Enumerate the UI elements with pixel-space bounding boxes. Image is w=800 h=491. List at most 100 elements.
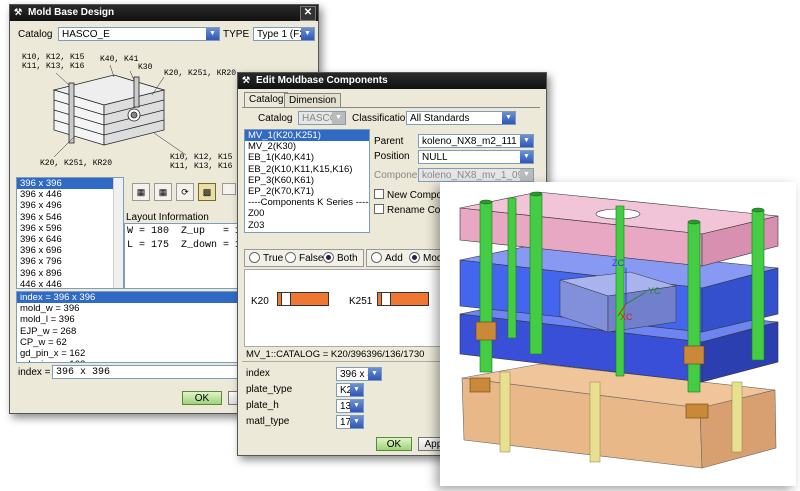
chevron-down-icon: ▼: [502, 112, 515, 124]
report-icon[interactable]: ▦: [132, 183, 150, 201]
catalog-label: Catalog: [18, 29, 53, 40]
parent-label: Parent: [374, 136, 404, 147]
chevron-down-icon: ▼: [301, 28, 314, 40]
expression-list-item[interactable]: CP_w = 62: [17, 337, 245, 348]
size-list-item[interactable]: 446 x 446: [17, 279, 123, 288]
ok-button[interactable]: OK: [376, 437, 412, 451]
layout-line-1: W = 180 Z_up = 1: [127, 226, 242, 237]
size-list-item[interactable]: 396 x 446: [17, 189, 123, 200]
size-list-item[interactable]: 396 x 646: [17, 234, 123, 245]
size-list-item[interactable]: 396 x 596: [17, 223, 123, 234]
expression-list-item[interactable]: EJP_w = 268: [17, 326, 245, 337]
expression-list-item[interactable]: gd_pin_y = 162: [17, 359, 245, 362]
radio-selected-icon: [323, 252, 334, 263]
component-list-item[interactable]: ----Components K Series -----: [245, 197, 369, 208]
index-input[interactable]: 396 x 396: [52, 365, 244, 379]
close-icon[interactable]: ✕: [300, 6, 316, 21]
tab-dimension[interactable]: Dimension: [284, 93, 342, 107]
expression-list-item[interactable]: gd_pin_x = 162: [17, 348, 245, 359]
size-list-scrollbar[interactable]: [113, 178, 123, 288]
expression-list[interactable]: index = 396 x 396 mold_w = 396 mold_l = 39…: [16, 291, 246, 363]
diagram-label-bottom-right: K10, K12, K15 K11, K13, K16: [170, 153, 233, 171]
position-select[interactable]: NULL ▼: [418, 150, 534, 164]
diagram-label-k20-right: K20, K251, KR20: [164, 69, 237, 78]
tool-icon: ⚒: [14, 7, 23, 17]
radio-add[interactable]: Add: [371, 252, 403, 265]
ok-button[interactable]: OK: [182, 391, 222, 405]
component-icon[interactable]: ▩: [198, 183, 216, 201]
catalog-select[interactable]: HASCO_E ▼: [298, 111, 346, 125]
tool-icon: ⚒: [242, 75, 251, 85]
radio-true[interactable]: True: [249, 252, 283, 265]
diagram-label-k40: K40, K41: [100, 55, 139, 64]
axis-zc-label: ZC: [612, 258, 624, 268]
component-list[interactable]: MV_1(K20,K251) MV_2(K30) EB_1(K40,K41) EB_2…: [244, 129, 370, 233]
catalog-label: Catalog: [258, 113, 293, 124]
table-icon[interactable]: ▦: [154, 183, 172, 201]
component-select[interactable]: koleno_NX8_mv_1_097 ▼: [418, 168, 534, 182]
radio-true-label: True: [263, 253, 284, 264]
component-list-item[interactable]: MV_1(K20,K251): [245, 130, 369, 142]
classification-label: Classification: [352, 113, 411, 124]
size-list[interactable]: 396 x 396 396 x 446 396 x 496 396 x 546 396 …: [16, 177, 124, 289]
size-list-item[interactable]: 396 x 896: [17, 268, 123, 279]
radio-selected-icon: [409, 252, 420, 263]
refresh-icon[interactable]: ⟳: [176, 183, 194, 201]
part-left-shape: [277, 292, 329, 306]
radio-both-label: Both: [337, 253, 358, 264]
classification-select[interactable]: All Standards ▼: [406, 111, 516, 125]
size-list-item[interactable]: 396 x 496: [17, 200, 123, 211]
layout-info-box: W = 180 Z_up = 1 L = 175 Z_down = 1: [124, 223, 246, 289]
diagram-label-k30: K30: [138, 63, 153, 72]
radio-false[interactable]: False: [285, 252, 323, 265]
type-label: TYPE: [223, 29, 250, 40]
filter-radio-group: True False Both: [244, 249, 364, 267]
param-select[interactable]: K20 ▼: [336, 383, 364, 397]
chevron-down-icon: ▼: [206, 28, 219, 40]
size-list-item[interactable]: 396 x 796: [17, 256, 123, 267]
radio-icon: [371, 252, 382, 263]
expression-list-item[interactable]: mold_l = 396: [17, 314, 245, 325]
checkbox-icon: [374, 189, 384, 199]
size-list-item[interactable]: 396 x 396: [17, 178, 123, 190]
param-label: plate_h: [246, 400, 279, 411]
size-list-item[interactable]: 396 x 696: [17, 245, 123, 256]
param-select[interactable]: 1730▼: [336, 415, 364, 429]
catalog-select[interactable]: HASCO_E ▼: [58, 27, 220, 41]
component-list-item[interactable]: EP_3(K60,K61): [245, 175, 369, 186]
type-select[interactable]: Type 1 (F2M2) ▼: [253, 27, 315, 41]
axis-yc-label: YC: [648, 286, 661, 296]
component-list-item[interactable]: EB_2(K10,K11,K15,K16): [245, 164, 369, 175]
component-list-item[interactable]: EB_1(K40,K41): [245, 152, 369, 163]
param-select[interactable]: 136 ▼: [336, 399, 364, 413]
mold-base-titlebar[interactable]: ⚒ Mold Base Design ✕: [10, 5, 318, 21]
chevron-down-icon: ▼: [520, 169, 533, 181]
component-list-item[interactable]: Z00: [245, 208, 369, 219]
position-label: Position: [374, 151, 410, 162]
part-right-label: K251: [349, 296, 373, 307]
small-toggle-icon[interactable]: [222, 183, 236, 195]
param-select[interactable]: 396 x 396 ▼: [336, 367, 382, 381]
size-list-item[interactable]: 396 x 546: [17, 212, 123, 223]
expression-list-item[interactable]: mold_w = 396: [17, 303, 245, 314]
edit-titlebar[interactable]: ⚒ Edit Moldbase Components: [238, 73, 546, 89]
chevron-down-icon: ▼: [350, 416, 363, 428]
component-list-item[interactable]: EP_2(K70,K71): [245, 186, 369, 197]
chevron-down-icon: ▼: [368, 368, 381, 380]
tab-catalog[interactable]: Catalog: [244, 92, 289, 107]
tab-divider: [242, 107, 540, 108]
window-title: Edit Moldbase Components: [256, 75, 388, 86]
viewport-3d[interactable]: ZC YC XC: [440, 182, 796, 486]
radio-both[interactable]: Both: [323, 252, 358, 265]
component-list-item[interactable]: MV_2(K30): [245, 141, 369, 152]
parent-select[interactable]: koleno_NX8_m2_111 ▼: [418, 134, 534, 148]
radio-false-label: False: [299, 253, 324, 264]
chevron-down-icon: ▼: [350, 384, 363, 396]
component-value: koleno_NX8_mv_1_097: [422, 170, 529, 181]
component-list-item[interactable]: Z03: [245, 220, 369, 231]
expression-list-item[interactable]: index = 396 x 396: [17, 292, 245, 304]
size-list-items: 396 x 396 396 x 446 396 x 496 396 x 546 396 …: [17, 178, 123, 288]
catalog-value: HASCO_E: [62, 29, 110, 40]
diagram-label-k20-bottom: K20, K251, KR20: [40, 159, 113, 168]
index-field-label: index =: [18, 367, 51, 378]
